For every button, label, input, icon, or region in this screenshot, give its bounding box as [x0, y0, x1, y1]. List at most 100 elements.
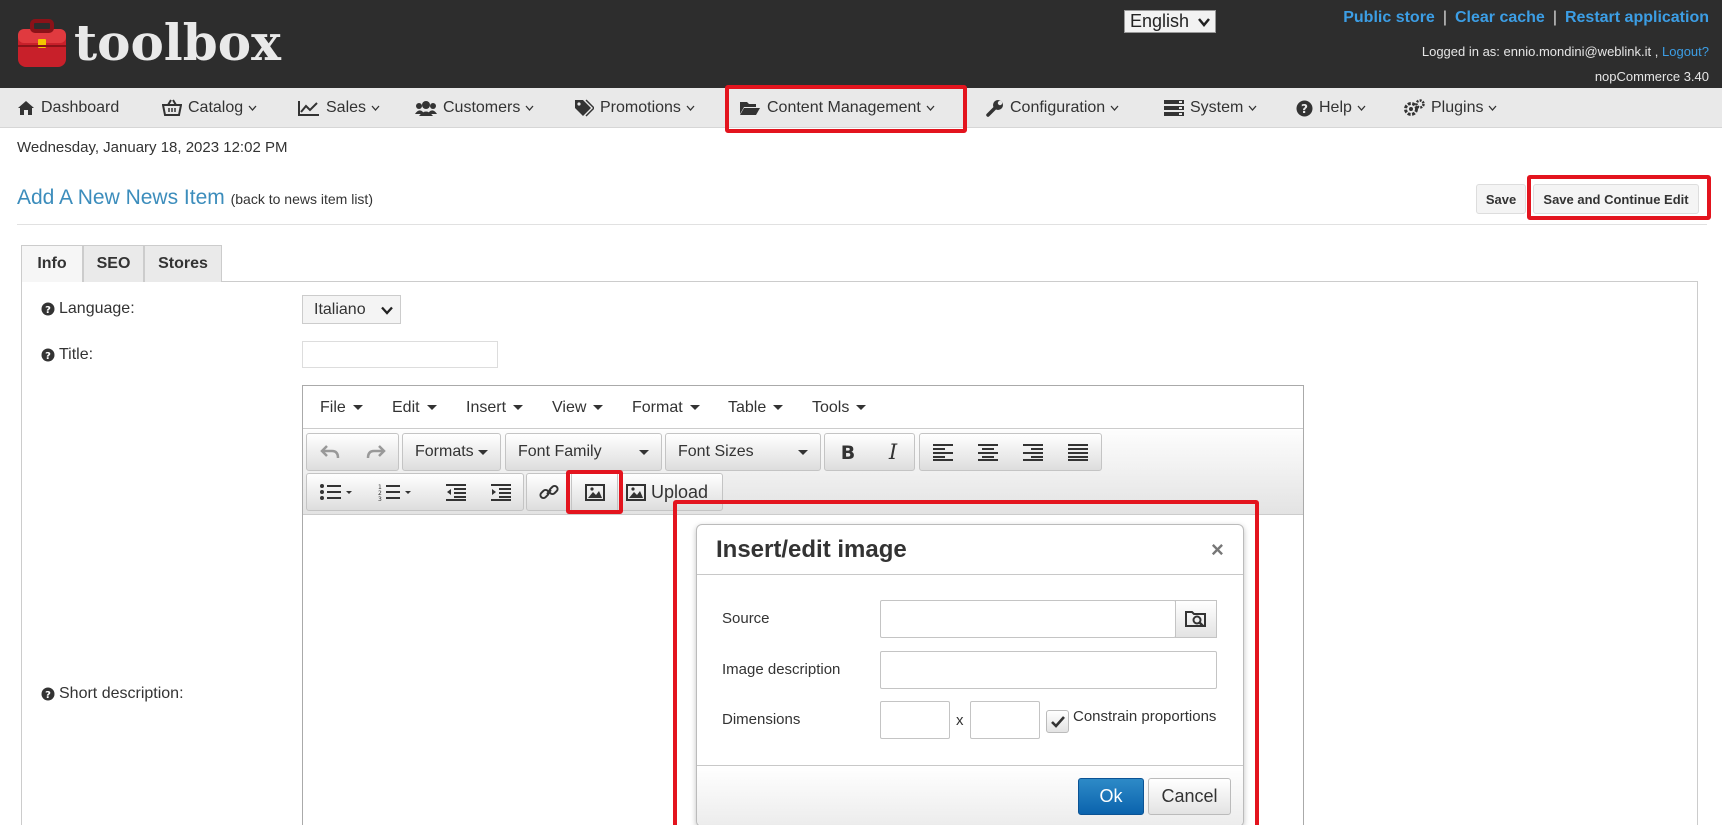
numbered-list-icon[interactable]: 123	[365, 474, 425, 510]
page-title: Add A New News Item (back to news item l…	[17, 186, 373, 210]
nav-item-label: System	[1190, 99, 1244, 116]
back-to-news-list-link[interactable]: (back to news item list)	[231, 191, 373, 207]
constrain-proportions-checkbox[interactable]	[1046, 710, 1069, 733]
chevron-down-icon	[1198, 17, 1210, 27]
help-icon[interactable]: ?	[41, 302, 55, 316]
italic-icon[interactable]: I	[870, 434, 915, 470]
close-icon[interactable]: ×	[1211, 537, 1224, 563]
menu-table[interactable]: Table	[728, 386, 784, 429]
nav-item-label: Content Management	[767, 99, 921, 116]
align-right-icon[interactable]	[1010, 434, 1055, 470]
image-description-input[interactable]	[880, 651, 1217, 689]
menu-format[interactable]: Format	[632, 386, 700, 429]
menu-view[interactable]: View	[552, 386, 604, 429]
browse-button[interactable]	[1175, 600, 1217, 638]
logout-link[interactable]: Logout?	[1662, 44, 1709, 59]
current-date: Wednesday, January 18, 2023 12:02 PM	[17, 139, 288, 156]
chevron-down-icon	[1110, 105, 1119, 111]
logged-in-info: Logged in as: ennio.mondini@weblink.it ,…	[1422, 44, 1709, 59]
bullet-list-icon[interactable]	[307, 474, 365, 510]
alignment-group	[919, 433, 1102, 471]
save-and-continue-button[interactable]: Save and Continue Edit	[1533, 184, 1699, 214]
language-dropdown-value: Italiano	[314, 301, 366, 318]
nav-item-label: Promotions	[600, 99, 681, 116]
tags-icon	[574, 99, 594, 117]
upload-label: Upload	[651, 481, 709, 502]
nav-item-label: Help	[1319, 99, 1352, 116]
nav-item-plugins[interactable]: Plugins	[1403, 88, 1497, 128]
checkmark-icon	[1050, 715, 1065, 728]
save-button[interactable]: Save	[1476, 184, 1526, 214]
clear-cache-link[interactable]: Clear cache	[1455, 9, 1545, 26]
nav-item-customers[interactable]: Customers	[415, 88, 534, 128]
logged-in-text: Logged in as: ennio.mondini@weblink.it ,	[1421, 44, 1659, 59]
source-label: Source	[722, 610, 770, 627]
help-icon[interactable]: ?	[41, 348, 55, 362]
link-icon[interactable]	[527, 474, 571, 510]
svg-text:?: ?	[45, 305, 51, 316]
svg-text:?: ?	[45, 351, 51, 362]
nav-item-catalog[interactable]: Catalog	[162, 88, 257, 128]
cancel-button[interactable]: Cancel	[1148, 778, 1231, 815]
browse-folder-icon	[1185, 610, 1207, 628]
formats-dropdown[interactable]: Formats	[402, 433, 501, 471]
width-input[interactable]	[880, 701, 950, 739]
font-sizes-label: Font Sizes	[678, 443, 754, 460]
menu-view-label: View	[552, 398, 587, 416]
svg-text:3: 3	[378, 496, 382, 501]
nav-item-help[interactable]: ? Help	[1296, 88, 1366, 128]
restart-application-link[interactable]: Restart application	[1565, 9, 1709, 26]
tab-info[interactable]: Info	[21, 245, 83, 282]
align-center-icon[interactable]	[965, 434, 1010, 470]
language-select[interactable]: English	[1124, 10, 1216, 33]
nav-item-content-management[interactable]: Content Management	[739, 88, 935, 128]
bold-icon[interactable]: B	[825, 434, 870, 470]
tab-seo[interactable]: SEO	[83, 245, 144, 282]
menu-format-label: Format	[632, 398, 683, 416]
menu-file-label: File	[320, 398, 346, 416]
svg-text:?: ?	[1301, 102, 1308, 116]
nav-item-promotions[interactable]: Promotions	[574, 88, 695, 128]
nav-item-configuration[interactable]: Configuration	[986, 88, 1119, 128]
chevron-down-icon	[1357, 105, 1366, 111]
editor-toolbar: Formats Font Family Font Sizes B I 1 2 3…	[303, 430, 1303, 515]
align-justify-icon[interactable]	[1055, 434, 1100, 470]
outdent-icon[interactable]	[433, 474, 478, 510]
ok-button[interactable]: Ok	[1078, 778, 1144, 815]
svg-text:I: I	[887, 443, 897, 461]
help-icon[interactable]: ?	[41, 687, 55, 701]
svg-text:?: ?	[45, 690, 51, 701]
language-dropdown[interactable]: Italiano	[302, 295, 401, 324]
redo-icon[interactable]	[353, 434, 398, 470]
logo-text[interactable]: toolbox	[74, 12, 281, 74]
indent-icon[interactable]	[478, 474, 523, 510]
toolbox-logo-icon[interactable]	[16, 19, 68, 69]
editor-menubar: File Edit Insert View Format Table Tools	[303, 386, 1303, 429]
undo-icon[interactable]	[307, 434, 352, 470]
font-sizes-dropdown[interactable]: Font Sizes	[665, 433, 821, 471]
tab-stores[interactable]: Stores	[144, 245, 222, 282]
upload-button[interactable]: Upload	[618, 474, 722, 510]
menu-edit-label: Edit	[392, 398, 420, 416]
nav-item-system[interactable]: System	[1164, 88, 1257, 128]
insert-image-icon[interactable]	[572, 474, 617, 510]
nav-item-dashboard[interactable]: Dashboard	[17, 88, 119, 128]
undo-redo-group	[306, 433, 399, 471]
align-left-icon[interactable]	[920, 434, 965, 470]
menu-tools[interactable]: Tools	[812, 386, 867, 429]
menu-insert[interactable]: Insert	[466, 386, 524, 429]
menu-file[interactable]: File	[320, 386, 363, 429]
nav-item-sales[interactable]: Sales	[298, 88, 380, 128]
language-label: ? Language:	[41, 300, 135, 318]
constrain-proportions-label: Constrain proportions	[1073, 708, 1217, 725]
formats-label: Formats	[415, 443, 474, 460]
title-input[interactable]	[302, 341, 498, 368]
public-store-link[interactable]: Public store	[1343, 9, 1435, 26]
font-family-dropdown[interactable]: Font Family	[505, 433, 662, 471]
dimensions-separator: x	[956, 712, 964, 729]
menu-edit[interactable]: Edit	[392, 386, 437, 429]
height-input[interactable]	[970, 701, 1040, 739]
source-input[interactable]	[880, 600, 1176, 638]
page-title-text: Add A New News Item	[17, 186, 225, 209]
title-label: ? Title:	[41, 346, 93, 364]
